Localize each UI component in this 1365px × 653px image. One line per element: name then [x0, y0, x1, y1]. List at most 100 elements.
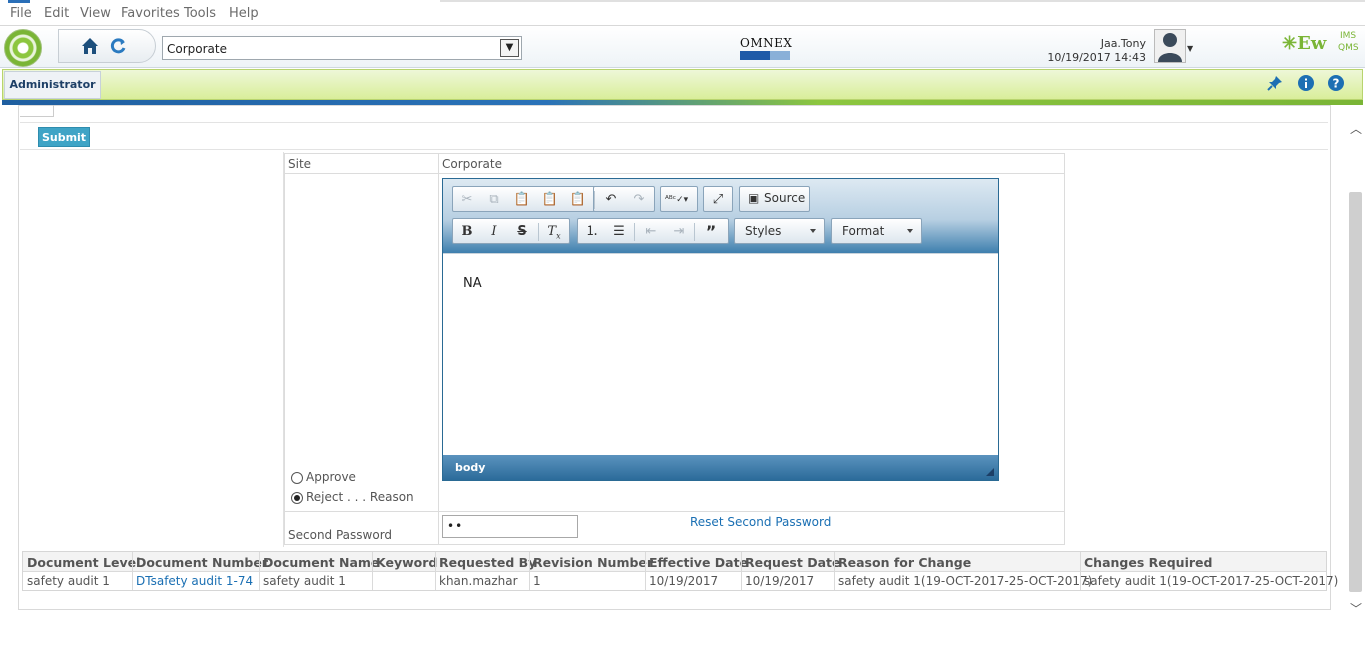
paste-word-icon[interactable]: 📋	[567, 190, 589, 210]
column-divider	[529, 552, 530, 590]
bulleted-list-icon[interactable]: ☰	[608, 222, 630, 242]
refresh-icon[interactable]	[108, 36, 128, 56]
menu-help[interactable]: Help	[229, 6, 259, 21]
undo-group: ↶ ↷	[593, 186, 655, 212]
copy-icon[interactable]: ⧉	[483, 190, 505, 210]
cell-document-level: safety audit 1	[27, 574, 110, 588]
spellcheck-icon[interactable]: ᴬᴮᶜ✓▾	[665, 190, 688, 210]
editor-status-bar: body	[443, 455, 998, 480]
format-combo-label: Format	[842, 224, 885, 238]
indent-icon[interactable]: ⇥	[668, 222, 690, 242]
resize-grip-icon[interactable]	[986, 468, 994, 476]
site-select-value: Corporate	[167, 42, 227, 56]
styles-combo-label: Styles	[745, 224, 782, 238]
document-number-link[interactable]: DTsafety audit 1-74	[136, 574, 253, 588]
col-header-request-date: Request Date	[745, 555, 841, 570]
login-datetime: 10/19/2017 14:43	[1047, 51, 1146, 64]
source-button[interactable]: ▣ Source	[739, 186, 810, 212]
col-header-document-name: Document Name	[263, 555, 380, 570]
editor-content-area[interactable]: NA	[443, 253, 998, 453]
home-icon[interactable]	[80, 36, 100, 56]
maximize-group: ⤢	[703, 186, 733, 212]
cell-document-name: safety audit 1	[263, 574, 346, 588]
menu-view[interactable]: View	[80, 6, 111, 21]
submit-row	[20, 122, 1328, 150]
ewqms-logo-ims: IMS	[1340, 31, 1357, 41]
scrollbar-thumb[interactable]	[1349, 192, 1362, 592]
outdent-icon[interactable]: ⇤	[640, 222, 662, 242]
redo-icon[interactable]: ↷	[628, 190, 650, 210]
chevron-down-icon	[810, 229, 816, 233]
site-value: Corporate	[442, 157, 502, 171]
window-accent	[8, 0, 30, 3]
scroll-up-icon[interactable]: ︿	[1349, 120, 1363, 136]
user-menu-caret-icon[interactable]: ▼	[1187, 44, 1193, 53]
reset-second-password-link[interactable]: Reset Second Password	[690, 515, 831, 529]
role-tab-administrator[interactable]: Administrator	[4, 71, 101, 99]
cell-revision-number: 1	[533, 574, 541, 588]
app-logo-icon[interactable]	[4, 29, 42, 67]
approve-radio[interactable]	[291, 472, 303, 484]
editor-text: NA	[463, 276, 482, 291]
document-table: Document Level Document Number Document …	[22, 551, 1338, 591]
strike-icon[interactable]: S	[511, 222, 533, 242]
bold-icon[interactable]: B	[456, 222, 478, 242]
svg-text:?: ?	[1333, 77, 1340, 91]
omnex-logo-bar	[740, 51, 790, 60]
menu-tools[interactable]: Tools	[184, 6, 216, 21]
cut-icon[interactable]: ✂	[456, 190, 478, 210]
paste-icon[interactable]: 📋	[511, 190, 533, 210]
menu-file[interactable]: File	[10, 6, 32, 21]
reject-radio[interactable]	[291, 492, 303, 504]
info-icon[interactable]	[1298, 75, 1314, 91]
source-icon: ▣	[748, 191, 760, 205]
form-divider	[285, 511, 1064, 512]
undo-icon[interactable]: ↶	[600, 190, 622, 210]
col-header-changes-required: Changes Required	[1084, 555, 1213, 570]
format-combo[interactable]: Format	[831, 218, 922, 244]
second-password-input[interactable]: ••	[442, 515, 578, 538]
pin-icon[interactable]	[1267, 75, 1283, 91]
form-column-divider	[438, 154, 439, 544]
reject-label: Reject . . . Reason	[306, 490, 414, 504]
remove-format-icon[interactable]: Tx	[543, 222, 565, 242]
cell-reason-for-change: safety audit 1(19-OCT-2017-25-OCT-2017)	[838, 574, 1093, 588]
help-icon[interactable]: ?	[1328, 75, 1344, 91]
column-divider	[372, 552, 373, 590]
nav-capsule	[58, 29, 156, 63]
italic-icon[interactable]: I	[483, 222, 505, 242]
blockquote-icon[interactable]: ”	[700, 222, 722, 242]
menu-edit[interactable]: Edit	[44, 6, 69, 21]
source-label: Source	[764, 191, 806, 205]
column-divider	[741, 552, 742, 590]
scroll-down-icon[interactable]: ﹀	[1349, 600, 1363, 616]
chevron-down-icon[interactable]: ▼	[500, 39, 519, 57]
cell-requested-by: khan.mazhar	[439, 574, 518, 588]
tab-strip-line	[440, 0, 1365, 2]
column-divider	[834, 552, 835, 590]
site-label: Site	[288, 157, 312, 171]
approve-label: Approve	[306, 470, 356, 484]
paste-text-icon[interactable]: 📋	[539, 190, 561, 210]
spellcheck-group: ᴬᴮᶜ✓▾	[660, 186, 698, 212]
clipboard-group: ✂ ⧉ 📋 📋 📋	[452, 186, 600, 212]
styles-combo[interactable]: Styles	[734, 218, 825, 244]
editor-element-path[interactable]: body	[455, 461, 485, 474]
col-header-requested-by: Requested By	[439, 555, 537, 570]
maximize-icon[interactable]: ⤢	[707, 190, 729, 210]
role-bar	[2, 69, 1363, 100]
separator	[634, 223, 635, 241]
separator	[538, 223, 539, 241]
menu-favorites[interactable]: Favorites	[121, 6, 180, 21]
submit-button[interactable]: Submit	[38, 127, 90, 147]
column-divider	[132, 552, 133, 590]
user-avatar-icon[interactable]	[1154, 29, 1186, 63]
ewqms-logo-qms: QMS	[1338, 43, 1359, 53]
ewqms-logo-text: ✳Ew	[1282, 33, 1327, 54]
site-select[interactable]: Corporate ▼	[162, 36, 522, 60]
numbered-list-icon[interactable]: ⒈	[581, 222, 603, 242]
rich-text-editor: ✂ ⧉ 📋 📋 📋 ↶ ↷ ᴬᴮᶜ✓▾ ⤢ ▣ Source B I S Tx	[442, 178, 999, 481]
col-header-effective-date: Effective Date	[649, 555, 749, 570]
user-name: Jaa.Tony	[1100, 37, 1146, 50]
basicstyles-group: B I S Tx	[452, 218, 570, 244]
